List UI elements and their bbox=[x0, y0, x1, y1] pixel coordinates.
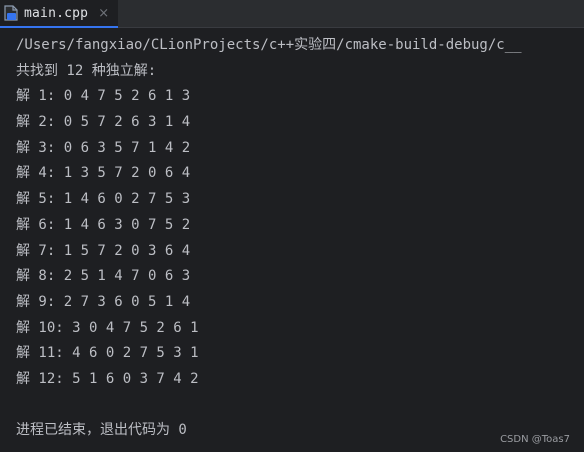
ide-window: main.cpp × /Users/fangxiao/CLionProjects… bbox=[0, 0, 584, 452]
solution-line: 解 1: 0 4 7 5 2 6 1 3 bbox=[16, 88, 191, 105]
solution-line: 解 4: 1 3 5 7 2 0 6 4 bbox=[16, 165, 191, 182]
tab-label: main.cpp bbox=[24, 5, 89, 21]
solution-line: 解 3: 0 6 3 5 7 1 4 2 bbox=[16, 139, 191, 156]
solution-list: 解 1: 0 4 7 5 2 6 1 3 解 2: 0 5 7 2 6 3 1 4… bbox=[16, 84, 584, 392]
editor-tab-bar: main.cpp × bbox=[0, 0, 584, 28]
solution-line: 解 5: 1 4 6 0 2 7 5 3 bbox=[16, 191, 191, 208]
solution-line: 解 12: 5 1 6 0 3 7 4 2 bbox=[16, 370, 199, 387]
solution-line: 解 11: 4 6 0 2 7 5 3 1 bbox=[16, 345, 199, 362]
solution-line: 解 7: 1 5 7 2 0 3 6 4 bbox=[16, 242, 191, 259]
solution-line: 解 8: 2 5 1 4 7 0 6 3 bbox=[16, 268, 191, 285]
csdn-watermark: CSDN @Toas7 bbox=[500, 434, 570, 445]
solution-line: 解 6: 1 4 6 3 0 7 5 2 bbox=[16, 216, 191, 233]
solution-line: 解 10: 3 0 4 7 5 2 6 1 bbox=[16, 319, 199, 336]
solution-line: 解 9: 2 7 3 6 0 5 1 4 bbox=[16, 293, 191, 310]
console-summary: 共找到 12 种独立解: bbox=[16, 62, 157, 79]
cpp-file-icon bbox=[4, 5, 18, 21]
solution-line: 解 2: 0 5 7 2 6 3 1 4 bbox=[16, 114, 191, 131]
run-console-output: /Users/fangxiao/CLionProjects/c++实验四/cma… bbox=[0, 29, 584, 452]
console-command-path: /Users/fangxiao/CLionProjects/c++实验四/cma… bbox=[16, 37, 522, 53]
tab-main-cpp[interactable]: main.cpp × bbox=[0, 0, 118, 28]
close-icon[interactable]: × bbox=[98, 7, 109, 20]
console-exit-message: 进程已结束，退出代码为 0 bbox=[16, 422, 187, 439]
